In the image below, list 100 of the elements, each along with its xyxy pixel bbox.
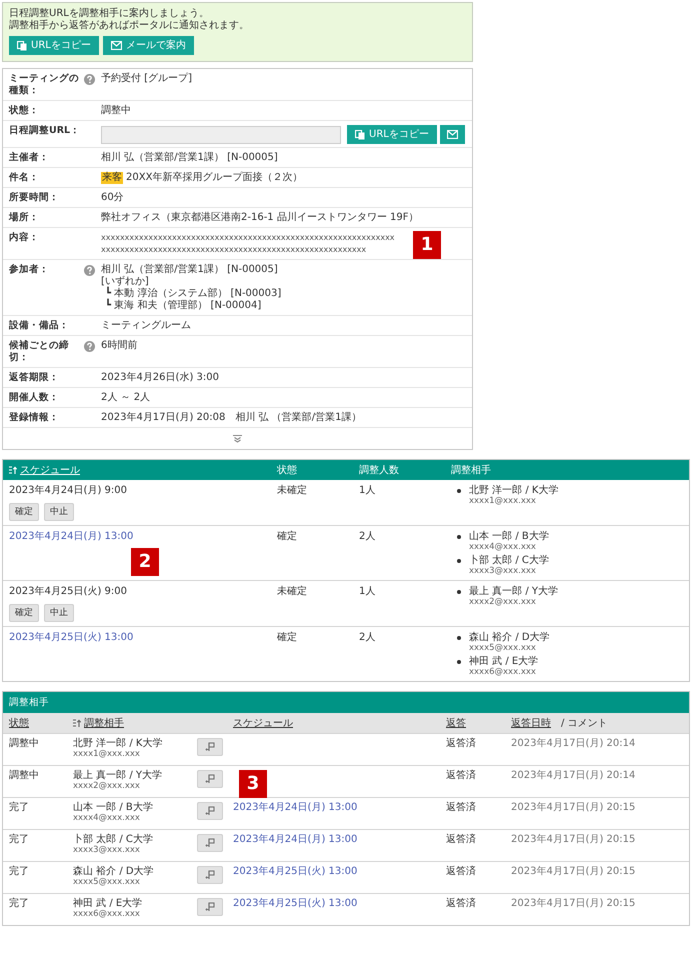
- status-text: 未確定: [277, 586, 307, 597]
- cancel-button[interactable]: 中止: [44, 503, 74, 521]
- column-header[interactable]: 状態: [9, 716, 29, 730]
- partner-email: xxxx5@xxx.xxx: [469, 644, 537, 653]
- count-text: 2人: [359, 531, 376, 542]
- reply-status: 返答済: [446, 738, 476, 749]
- attendee-text: ┗ 東海 和夫（管理部） [N-00004]: [104, 300, 262, 312]
- reply-status: 返答済: [446, 770, 476, 781]
- schedule-date: 2023年4月25日(火) 9:00: [9, 586, 127, 597]
- cancel-button[interactable]: 中止: [44, 604, 74, 622]
- status-text: 確定: [277, 632, 297, 643]
- status-text: 完了: [9, 898, 29, 909]
- flag-icon: [205, 870, 215, 880]
- field-label: 日程調整URL：: [9, 125, 81, 138]
- status-text: 調整中: [9, 770, 39, 781]
- field-value: 2人 ～ 2人: [101, 392, 152, 404]
- partner-email: xxxx1@xxx.xxx: [469, 497, 537, 506]
- confirm-button[interactable]: 確定: [9, 503, 39, 521]
- column-header[interactable]: 返答: [446, 716, 466, 730]
- flag-button[interactable]: [197, 738, 223, 756]
- schedule-link[interactable]: 2023年4月25日(火) 13:00: [9, 632, 134, 643]
- flag-button[interactable]: [197, 802, 223, 820]
- status-text: 完了: [9, 834, 29, 845]
- field-label: 返答期限：: [9, 372, 60, 384]
- column-header[interactable]: スケジュール: [20, 463, 80, 477]
- field-value: 20XX年新卒採用グループ面接（２次）: [126, 172, 302, 184]
- flag-button[interactable]: [197, 770, 223, 788]
- partner-name: 卜部 太郎 / C大学: [469, 555, 549, 566]
- copy-url-button[interactable]: URLをコピー: [9, 36, 99, 55]
- column-header[interactable]: スケジュール: [233, 716, 293, 730]
- callout-marker: 3: [239, 770, 267, 798]
- column-header[interactable]: 返答日時: [511, 716, 551, 730]
- partner-email: xxxx5@xxx.xxx: [73, 878, 141, 887]
- flag-button[interactable]: [197, 866, 223, 884]
- mail-button[interactable]: メールで案内: [102, 36, 194, 55]
- field-label: ミーティングの種類：: [9, 73, 80, 97]
- callout-marker: 2: [131, 548, 159, 576]
- flag-button[interactable]: [197, 898, 223, 916]
- schedule-link[interactable]: 2023年4月25日(火) 13:00: [233, 866, 358, 877]
- section-title: 調整相手: [3, 692, 689, 713]
- field-label: 開催人数：: [9, 392, 60, 404]
- attendee-text: [いずれか]: [101, 276, 150, 287]
- partner-name: 神田 武 / E大学: [73, 898, 144, 910]
- field-label: 内容：: [9, 232, 40, 245]
- url-field[interactable]: [101, 126, 341, 144]
- flag-button[interactable]: [197, 834, 223, 852]
- partner-name: 最上 真一郎 / Y大学: [469, 586, 558, 598]
- sort-icon: [73, 719, 82, 727]
- expand-icon[interactable]: [233, 434, 242, 442]
- field-value: xxxxxxxxxxxxxxxxxxxxxxxxxxxxxxxxxxxxxxxxxxxxxxxxxxxxxxxxxxxxxxxxxxxxxxxxxxxxxxxxxxxxxxxxxxxxxxxxxxxxxxxxxxxxxxxxxxxxxx: [101, 232, 396, 256]
- bullet-dot: [457, 590, 461, 594]
- partner-email: xxxx3@xxx.xxx: [73, 846, 141, 855]
- field-label: 主催者：: [9, 152, 50, 164]
- category-tag: 来客: [101, 172, 123, 184]
- schedule-link[interactable]: 2023年4月25日(火) 13:00: [233, 898, 358, 909]
- bullet-dot: [457, 489, 461, 493]
- confirm-button[interactable]: 確定: [9, 604, 39, 622]
- field-label: 参加者：: [9, 264, 50, 277]
- partner-name: 森山 裕介 / D大学: [73, 866, 155, 878]
- bullet-dot: [457, 660, 461, 664]
- partner-name: 森山 裕介 / D大学: [469, 632, 550, 644]
- column-header: 状態: [277, 464, 297, 477]
- copy-url-button[interactable]: URLをコピー: [347, 125, 437, 144]
- column-header[interactable]: 調整相手: [84, 716, 124, 730]
- bullet-dot: [457, 636, 461, 640]
- field-value: ミーティングルーム: [101, 320, 192, 332]
- mail-button[interactable]: [440, 125, 465, 144]
- mail-icon: [110, 41, 122, 50]
- field-label: 場所：: [9, 212, 40, 224]
- status-text: 完了: [9, 802, 29, 813]
- partner-name: 神田 武 / E大学: [469, 656, 538, 668]
- callout-marker: 1: [413, 231, 441, 259]
- status-text: 調整中: [9, 738, 39, 749]
- reply-date: 2023年4月17日(月) 20:15: [511, 802, 636, 813]
- notice-text: 調整相手から返答があればポータルに通知されます。: [9, 20, 250, 32]
- field-label: 所要時間：: [9, 192, 60, 204]
- reply-date: 2023年4月17日(月) 20:15: [511, 898, 636, 909]
- field-value: 予約受付 [グループ]: [101, 73, 193, 85]
- partner-email: xxxx2@xxx.xxx: [73, 782, 141, 791]
- partner-name: 北野 洋一郎 / K大学: [73, 738, 164, 750]
- flag-icon: [205, 806, 215, 816]
- column-header: / コメント: [561, 717, 608, 730]
- copy-icon: [355, 130, 365, 140]
- reply-date: 2023年4月17日(月) 20:14: [511, 770, 636, 781]
- field-value: 調整中: [101, 105, 132, 117]
- field-value: 60分: [101, 192, 125, 204]
- mail-icon: [446, 130, 458, 139]
- schedule-link[interactable]: 2023年4月24日(月) 13:00: [233, 802, 358, 813]
- schedule-link[interactable]: 2023年4月24日(月) 13:00: [233, 834, 358, 845]
- partner-name: 山本 一郎 / B大学: [73, 802, 154, 814]
- partner-email: xxxx6@xxx.xxx: [469, 668, 537, 677]
- attendee-text: 相川 弘（営業部/営業1課） [N-00005]: [101, 264, 279, 276]
- field-label: 件名：: [9, 172, 40, 184]
- field-label: 状態：: [9, 105, 40, 117]
- field-value: 2023年4月17日(月) 20:08 相川 弘 （営業部/営業1課）: [101, 412, 362, 424]
- schedule-link[interactable]: 2023年4月24日(月) 13:00: [9, 531, 134, 542]
- status-text: 未確定: [277, 485, 307, 496]
- field-label: 設備・備品：: [9, 320, 70, 332]
- count-text: 1人: [359, 586, 376, 597]
- partner-email: xxxx4@xxx.xxx: [469, 543, 537, 552]
